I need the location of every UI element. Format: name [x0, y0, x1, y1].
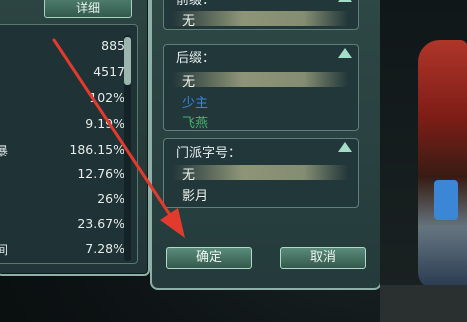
annotation-arrow-icon: [52, 38, 185, 238]
